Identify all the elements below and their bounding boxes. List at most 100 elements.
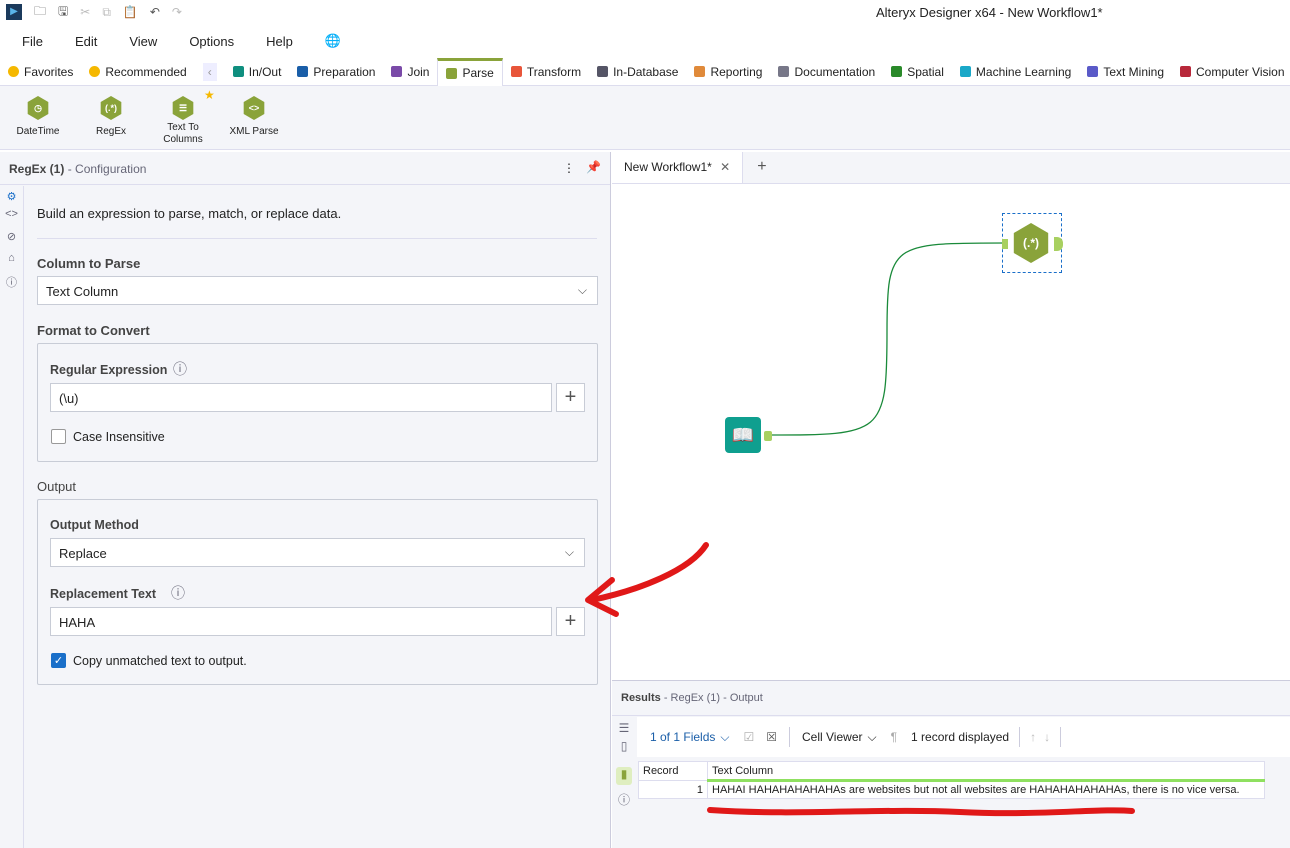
tab-recommended[interactable]: Recommended xyxy=(81,58,194,86)
tag-icon[interactable]: ⌂ xyxy=(0,252,23,274)
gear-icon[interactable]: ⚙ xyxy=(0,186,23,208)
help-icon[interactable]: ⓘ xyxy=(171,583,185,603)
output-anchor[interactable] xyxy=(764,431,772,441)
tool-palette-tabs: Favorites Recommended ‹ In/Out Preparation Jo… xyxy=(0,57,1290,86)
menu-file[interactable]: File xyxy=(22,34,43,49)
fields-dropdown[interactable]: 1 of 1 Fields xyxy=(650,730,715,744)
case-insensitive-label: Case Insensitive xyxy=(73,430,165,444)
arrow-up-icon[interactable]: ↑ xyxy=(1030,730,1036,744)
category-icon xyxy=(8,66,19,77)
regex-tool-node[interactable]: (.*) xyxy=(1002,213,1063,273)
tab-parse[interactable]: Parse xyxy=(437,57,503,86)
window-title: Alteryx Designer x64 - New Workflow1* xyxy=(876,5,1103,20)
tab-in-database[interactable]: In-Database xyxy=(589,58,686,86)
column-to-parse-dropdown[interactable]: Text Column ⌵ xyxy=(37,276,598,305)
regex-icon: (.*) xyxy=(100,96,122,120)
help-icon[interactable]: ⓘ xyxy=(612,791,636,808)
undo-icon[interactable]: ↶ xyxy=(150,5,160,19)
menu-help[interactable]: Help xyxy=(266,34,293,49)
tab-label: Transform xyxy=(526,64,582,79)
header-text-column[interactable]: Text Column xyxy=(707,761,1265,782)
connection-line xyxy=(768,242,1005,436)
chevron-down-icon: ⌵ xyxy=(577,283,587,297)
tab-machine-learning[interactable]: Machine Learning xyxy=(952,58,1079,86)
code-icon[interactable]: <> xyxy=(0,208,23,230)
paste-icon[interactable]: 📋 xyxy=(123,5,138,19)
replacement-add-button[interactable]: + xyxy=(556,607,585,636)
tab-label: Documentation xyxy=(794,64,876,79)
tab-text-mining[interactable]: Text Mining xyxy=(1079,58,1172,86)
copy-unmatched-checkbox[interactable]: ✓ xyxy=(51,653,66,668)
regex-icon: (.*) xyxy=(1013,223,1049,263)
header-record[interactable]: Record xyxy=(638,761,708,781)
tab-label: Computer Vision xyxy=(1196,64,1285,79)
tab-spatial[interactable]: Spatial xyxy=(883,58,952,86)
regex-add-button[interactable]: + xyxy=(556,383,585,412)
scroll-left-button[interactable]: ‹ xyxy=(202,62,217,81)
tab-label: Parse xyxy=(462,66,494,80)
tool-text-to-columns[interactable]: ☰ Text To Columns xyxy=(153,96,213,146)
tool-datetime[interactable]: ◷ DateTime xyxy=(8,96,68,137)
category-icon xyxy=(89,66,101,77)
help-icon[interactable]: ⓘ xyxy=(173,359,187,379)
text-input-tool-icon[interactable]: 📖 xyxy=(725,417,761,453)
new-file-icon[interactable]: 🗀 xyxy=(34,2,46,23)
metadata-icon[interactable]: ▯ xyxy=(612,739,636,761)
output-group: Output Method Replace ⌵ Replacement Text … xyxy=(37,499,598,685)
case-insensitive-checkbox[interactable] xyxy=(51,429,66,444)
more-icon[interactable]: ⋮ xyxy=(563,161,575,175)
menu-view[interactable]: View xyxy=(129,34,157,49)
column-value: Text Column xyxy=(46,284,119,299)
cut-icon[interactable]: ✂ xyxy=(80,5,90,19)
regex-input[interactable]: (\u) xyxy=(50,383,552,412)
column-to-parse-label: Column to Parse xyxy=(37,256,141,271)
check-all-icon[interactable]: ☑ xyxy=(743,730,754,744)
tab-computer-vision[interactable]: Computer Vision xyxy=(1172,58,1290,86)
menu-edit[interactable]: Edit xyxy=(75,34,97,49)
tab-preparation[interactable]: Preparation xyxy=(289,58,383,86)
category-icon xyxy=(297,66,309,77)
menu-options[interactable]: Options xyxy=(189,34,234,49)
input-anchor[interactable] xyxy=(1002,239,1008,249)
tab-label: Text Mining xyxy=(1103,64,1165,79)
tab-transform[interactable]: Transform xyxy=(503,58,589,86)
cell-text[interactable]: HAHAI HAHAHAHAHAHAs are websites but not… xyxy=(707,780,1265,799)
record-count: 1 record displayed xyxy=(911,730,1010,744)
tool-regex[interactable]: (.*) RegEx xyxy=(81,96,141,137)
uncheck-all-icon[interactable]: ☒ xyxy=(766,730,777,744)
arrow-down-icon[interactable]: ↓ xyxy=(1044,730,1050,744)
replacement-input[interactable]: HAHA xyxy=(50,607,552,636)
output-anchor[interactable] xyxy=(1054,237,1063,251)
help-icon[interactable]: ⓘ xyxy=(0,274,23,296)
star-icon: ★ xyxy=(204,88,215,102)
pilcrow-icon[interactable]: ¶ xyxy=(891,730,897,744)
tab-join[interactable]: Join xyxy=(383,58,437,86)
workflow-canvas[interactable]: New Workflow1* ✕ + 📖 (.*) xyxy=(612,152,1290,680)
pin-icon[interactable]: 📌 xyxy=(586,160,601,174)
list-icon[interactable]: ☰ xyxy=(612,717,636,739)
save-icon[interactable]: 🖫 xyxy=(58,2,68,23)
chevron-down-icon: ⌵ xyxy=(867,729,877,744)
cell-record[interactable]: 1 xyxy=(638,780,708,799)
tab-favorites[interactable]: Favorites xyxy=(0,58,81,86)
globe-icon[interactable]: 🌐 xyxy=(325,33,341,49)
category-icon xyxy=(391,66,403,77)
results-toolbar: 1 of 1 Fields ⌵ ☑ ☒ Cell Viewer ⌵ ¶ 1 re… xyxy=(637,717,1290,757)
tool-xml-parse[interactable]: <> XML Parse xyxy=(224,96,284,137)
tool-palette: ◷ DateTime (.*) RegEx ☰ Text To Columns ★ <… xyxy=(0,86,1290,150)
tab-documentation[interactable]: Documentation xyxy=(770,58,883,86)
connections xyxy=(768,242,1005,436)
table-header: Record Text Column xyxy=(638,761,1265,782)
copy-icon[interactable]: ⧉ xyxy=(102,5,111,20)
data-icon[interactable]: ▮ xyxy=(616,767,632,785)
menu-bar: File Edit View Options Help 🌐 xyxy=(0,30,351,52)
tab-reporting[interactable]: Reporting xyxy=(686,58,770,86)
tab-label: In-Database xyxy=(613,64,679,79)
cell-viewer-dropdown[interactable]: Cell Viewer xyxy=(802,730,862,744)
category-icon xyxy=(510,66,522,77)
table-row: 1 HAHAI HAHAHAHAHAHAs are websites but n… xyxy=(638,780,1265,799)
redo-icon[interactable]: ↷ xyxy=(172,5,182,19)
output-method-dropdown[interactable]: Replace ⌵ xyxy=(50,538,585,567)
annotation-icon[interactable]: ⊘ xyxy=(0,230,23,252)
tab-in-out[interactable]: In/Out xyxy=(225,58,290,86)
